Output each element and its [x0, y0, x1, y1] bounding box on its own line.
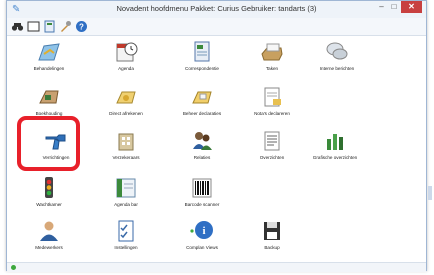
floppy-disk-icon — [259, 219, 285, 243]
close-button[interactable]: ✕ — [401, 1, 422, 13]
menu-item-label: Direct afrekenen — [109, 111, 143, 116]
treatment-map-icon — [36, 40, 62, 64]
wrench-icon[interactable] — [59, 20, 72, 33]
tasks-tray-icon — [259, 40, 285, 64]
status-indicator-icon — [11, 265, 16, 270]
menu-item-correspondentie[interactable]: Correspondentie — [167, 40, 237, 76]
barcode-icon — [189, 176, 215, 200]
info-icon: i — [189, 219, 215, 243]
menu-item-label: Beheer declaraties — [182, 111, 222, 116]
menu-item-label: Taken — [265, 66, 279, 71]
window-title: Novadent hoofdmenu Pakket: Curius Gebrui… — [116, 4, 317, 13]
menu-item-agenda[interactable]: Agenda — [91, 40, 161, 76]
menu-item-label: Backup — [264, 245, 280, 250]
menu-item-relaties[interactable]: Relaties — [167, 129, 237, 165]
menu-item-behandelingen[interactable]: Behandelingen — [14, 40, 84, 76]
staff-person-icon — [36, 219, 62, 243]
menu-item-label: Grafische overzichten — [312, 155, 358, 160]
bar-chart-icon — [322, 129, 348, 153]
page-icon[interactable] — [43, 20, 56, 33]
invoice-claim-icon — [259, 85, 285, 109]
menu-item-instellingen[interactable]: Instellingen — [91, 219, 161, 255]
relations-people-icon — [189, 129, 215, 153]
svg-text:i: i — [202, 225, 205, 237]
chat-bubbles-icon — [324, 40, 350, 64]
menu-item-label: Instellingen — [114, 245, 138, 250]
menu-item-medewerkers[interactable]: Medewerkers — [14, 219, 84, 255]
menu-item-taken[interactable]: Taken — [237, 40, 307, 76]
binoculars-icon[interactable] — [11, 20, 24, 33]
highlight-annotation — [17, 116, 80, 171]
direct-payment-icon — [113, 85, 139, 109]
menu-item-label: Nota's declareren — [254, 111, 290, 116]
menu-item-notas-declareren[interactable]: Nota's declareren — [237, 85, 307, 121]
title-bar: ✎ Novadent hoofdmenu Pakket: Curius Gebr… — [7, 1, 426, 19]
menu-item-wachtkamer[interactable]: Wachtkamer — [14, 176, 84, 212]
menu-item-label: Medewerkers — [35, 245, 63, 250]
manage-claims-icon — [189, 85, 215, 109]
correspondence-icon — [189, 40, 215, 64]
menu-item-label: Verzekeraars — [112, 155, 140, 160]
maximize-button[interactable]: □ — [388, 1, 400, 13]
menu-item-label: Correspondentie — [185, 66, 219, 71]
menu-item-barcode-scanner[interactable]: Barcode scanner — [167, 176, 237, 212]
menu-item-label: Interne berichten — [319, 66, 355, 71]
menu-item-direct-afrekenen[interactable]: Direct afrekenen — [91, 85, 161, 121]
menu-item-label: Complan Views — [186, 245, 218, 250]
menu-item-overzichten[interactable]: Overzichten — [237, 129, 307, 165]
help-icon[interactable]: ? — [75, 20, 88, 33]
bookkeeping-icon — [36, 85, 62, 109]
menu-item-interne-berichten[interactable]: Interne berichten — [302, 40, 372, 76]
menu-item-grafische-overzichten[interactable]: Grafische overzichten — [300, 129, 370, 165]
menu-item-label: Agenda bar — [114, 202, 138, 207]
menu-item-label: Overzichten — [259, 155, 285, 160]
menu-item-label: Relaties — [193, 155, 211, 160]
menu-item-label: Barcode scanner — [184, 202, 220, 207]
menu-item-beheer-declaraties[interactable]: Beheer declaraties — [167, 85, 237, 121]
menu-item-label: Wachtkamer — [36, 202, 62, 207]
menu-item-complan-views[interactable]: i Complan Views — [167, 219, 237, 255]
menu-item-label: Agenda — [118, 66, 134, 71]
menu-item-verzekeraars[interactable]: Verzekeraars — [91, 129, 161, 165]
agenda-clock-icon — [113, 40, 139, 64]
svg-text:?: ? — [79, 23, 84, 32]
window-icon[interactable] — [27, 20, 40, 33]
overviews-document-icon — [259, 129, 285, 153]
menu-item-backup[interactable]: Backup — [237, 219, 307, 255]
menu-item-agenda-bar[interactable]: Agenda bar — [91, 176, 161, 212]
settings-checklist-icon — [113, 219, 139, 243]
traffic-light-icon — [36, 176, 62, 200]
insurer-building-icon — [113, 129, 139, 153]
toolbar: ? — [7, 18, 426, 36]
menu-item-label: Behandelingen — [33, 66, 65, 71]
minimize-button[interactable]: – — [375, 1, 388, 13]
scroll-marker — [428, 186, 432, 200]
agenda-bar-icon — [113, 176, 139, 200]
status-bar — [7, 262, 426, 272]
